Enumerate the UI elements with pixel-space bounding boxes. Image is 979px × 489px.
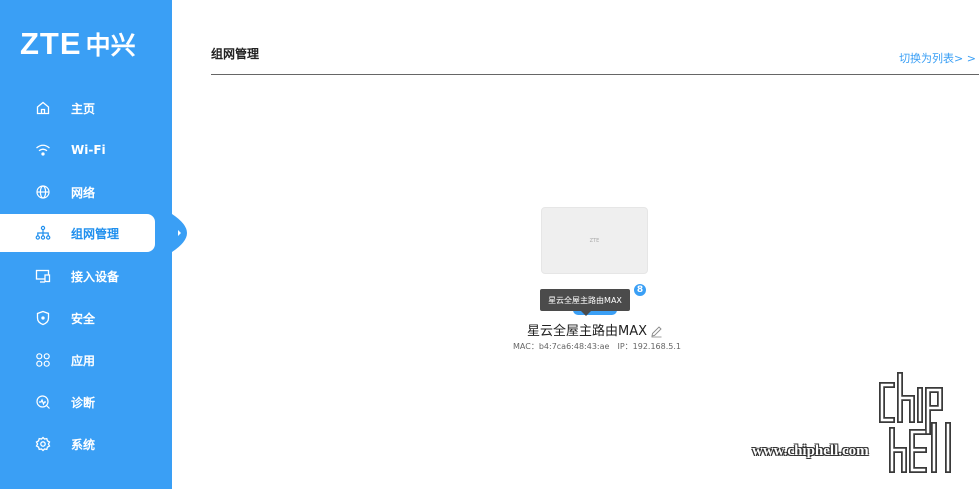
sidebar-item-label: 网络 [71, 185, 96, 200]
tooltip-arrow [581, 311, 591, 316]
sidebar-item-mesh-management[interactable]: 组网管理 [0, 214, 155, 252]
logo-en: ZTE [20, 26, 82, 61]
device-tooltip: 星云全屋主路由MAX [540, 289, 630, 311]
sidebar-item-label: 应用 [71, 353, 96, 368]
sidebar-item-system[interactable]: 系统 [0, 425, 155, 463]
mac-value: b4:7ca6:48:43:ae [538, 342, 610, 351]
home-icon [35, 100, 51, 116]
sidebar-item-home[interactable]: 主页 [0, 89, 155, 127]
client-count-badge: 8 [633, 283, 647, 297]
device-name: 星云全屋主路由MAX [527, 324, 648, 339]
mac-label: MAC： [513, 342, 539, 351]
device-info: MAC：b4:7ca6:48:43:ae IP：192.168.5.1 [513, 341, 681, 352]
sidebar: ZTE 中兴 主页 Wi-Fi 网络 组网管理 接入设备 安全 应用 诊断 系统 [0, 0, 172, 489]
chiphell-watermark-logo [879, 372, 951, 473]
monitor-icon [35, 268, 51, 284]
sidebar-item-label: 主页 [71, 101, 96, 116]
page-title: 组网管理 [211, 47, 260, 61]
device-card[interactable]: ZTE [541, 207, 648, 274]
wifi-icon [35, 142, 51, 158]
active-indicator-arrow [172, 214, 187, 252]
device-card-brand: ZTE [589, 237, 600, 244]
edit-pencil-icon[interactable] [650, 325, 663, 338]
switch-to-list-link[interactable]: 切换为列表> > [899, 50, 976, 66]
header-divider [211, 74, 979, 75]
sidebar-item-diagnosis[interactable]: 诊断 [0, 383, 155, 421]
globe-icon [35, 184, 51, 200]
apps-icon [35, 352, 51, 368]
ip-value: 192.168.5.1 [632, 342, 681, 351]
sidebar-item-label: 安全 [71, 311, 96, 326]
sidebar-item-label: Wi-Fi [71, 143, 106, 157]
gear-icon [35, 436, 51, 452]
sidebar-item-apps[interactable]: 应用 [0, 341, 155, 379]
sidebar-item-network[interactable]: 网络 [0, 173, 155, 211]
ip-label: IP： [617, 342, 633, 351]
diagnosis-icon [35, 394, 51, 410]
sidebar-item-label: 系统 [71, 437, 96, 452]
sidebar-item-connected-devices[interactable]: 接入设备 [0, 257, 155, 295]
sidebar-item-label: 诊断 [71, 395, 96, 410]
zte-logo: ZTE 中兴 [20, 24, 136, 64]
shield-icon [35, 310, 51, 326]
watermark-text: www.chiphell.com [752, 443, 869, 459]
sidebar-item-security[interactable]: 安全 [0, 299, 155, 337]
logo-cn: 中兴 [85, 31, 136, 60]
sidebar-item-label: 接入设备 [71, 269, 120, 284]
sidebar-item-label: 组网管理 [71, 226, 120, 241]
sidebar-item-wifi[interactable]: Wi-Fi [0, 131, 155, 169]
network-topology-icon [35, 225, 51, 241]
